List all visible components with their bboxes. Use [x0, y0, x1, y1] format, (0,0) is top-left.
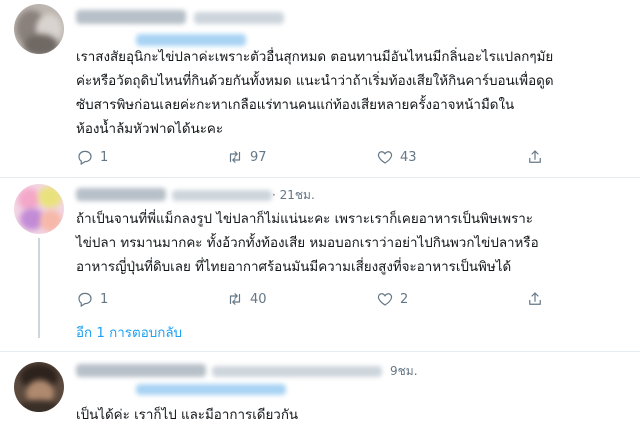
tweet-text-line: ถ้าเป็นจานที่พี่แม็กลงรูป ไข่ปลาก็ไม่แน่… [76, 212, 533, 227]
tweet-text: เป็นได้ค่ะ เราก็ไป และมีอาการเดียวกัน [76, 404, 624, 428]
author-handle-redacted[interactable] [212, 366, 382, 377]
tweet-1[interactable]: เราสงสัยอุนิกะไข่ปลาค่ะเพราะตัวอื่นสุกหม… [0, 0, 640, 176]
tweet-text-line: เราสงสัยอุนิกะไข่ปลาค่ะเพราะตัวอื่นสุกหม… [76, 50, 554, 65]
share-button[interactable] [526, 146, 544, 168]
like-button[interactable]: 2 [376, 288, 408, 310]
tweet-text: เราสงสัยอุนิกะไข่ปลาค่ะเพราะตัวอื่นสุกหม… [76, 46, 624, 142]
like-count: 2 [400, 291, 409, 307]
reply-button[interactable]: 1 [76, 288, 108, 310]
tweet-actions: 1 97 43 [76, 146, 596, 168]
retweet-button[interactable]: 97 [226, 146, 267, 168]
retweet-count: 40 [250, 291, 267, 307]
tweet-2[interactable]: · 21ชม. ถ้าเป็นจานที่พี่แม็กลงรูป ไข่ปลา… [0, 178, 640, 344]
author-handle-redacted[interactable] [172, 190, 272, 201]
tweet-text-line: อาหารญี่ปุ่นที่ดิบเลย ที่ไทยอากาศร้อนมัน… [76, 260, 512, 275]
tweet-text-line: ไข่ปลา ทรมานมากคะ ทั้งอ้วกทั้งท้องเสีย ห… [76, 236, 539, 251]
share-icon [529, 150, 541, 163]
share-icon [529, 292, 541, 305]
reply-to-redacted[interactable] [136, 34, 246, 46]
like-count: 43 [400, 149, 417, 165]
reply-icon [78, 292, 92, 308]
author-header: · 21ชม. [76, 186, 336, 204]
timestamp[interactable]: · 21ชม. [272, 186, 315, 205]
tweet-text-line: เป็นได้ค่ะ เราก็ไป และมีอาการเดียวกัน [76, 408, 299, 423]
tweet-text-line: ห้องน้ำล้มหัวฟาดได้นะคะ [76, 122, 224, 137]
tweet-actions: 1 40 2 [76, 288, 596, 310]
share-button[interactable] [526, 288, 544, 310]
author-name-redacted[interactable] [76, 364, 206, 377]
timestamp[interactable]: 9ชม. [390, 362, 418, 381]
show-more-replies-link[interactable]: อีก 1 การตอบกลับ [76, 322, 182, 343]
reply-count: 1 [100, 291, 109, 307]
retweet-icon [229, 151, 241, 163]
avatar[interactable] [14, 184, 64, 234]
author-header: 9ชม. [76, 362, 436, 395]
tweet-text-line: ค่ะหรือวัตถุดิบไหนที่กินด้วยกันทั้งหมด แ… [76, 74, 554, 89]
retweet-icon [229, 293, 241, 305]
tweet-3[interactable]: 9ชม. เป็นได้ค่ะ เราก็ไป และมีอาการเดียวก… [0, 352, 640, 440]
heart-icon [377, 151, 393, 164]
retweet-count: 97 [250, 149, 267, 165]
reply-to-redacted[interactable] [136, 384, 286, 395]
author-header [76, 10, 296, 46]
heart-icon [377, 293, 393, 306]
author-handle-redacted[interactable] [194, 12, 284, 24]
tweet-text-line: ซับสารพิษก่อนเลยค่ะกะหาเกลือแร่ทานคนแก่ท… [76, 98, 515, 113]
tweet-text: ถ้าเป็นจานที่พี่แม็กลงรูป ไข่ปลาก็ไม่แน่… [76, 208, 624, 280]
avatar[interactable] [14, 4, 64, 54]
like-button[interactable]: 43 [376, 146, 417, 168]
author-name-redacted[interactable] [76, 188, 166, 201]
thread-line [38, 238, 40, 338]
author-name-redacted[interactable] [76, 10, 186, 24]
reply-icon [78, 150, 92, 166]
retweet-button[interactable]: 40 [226, 288, 267, 310]
avatar[interactable] [14, 362, 64, 412]
reply-button[interactable]: 1 [76, 146, 108, 168]
reply-count: 1 [100, 149, 109, 165]
